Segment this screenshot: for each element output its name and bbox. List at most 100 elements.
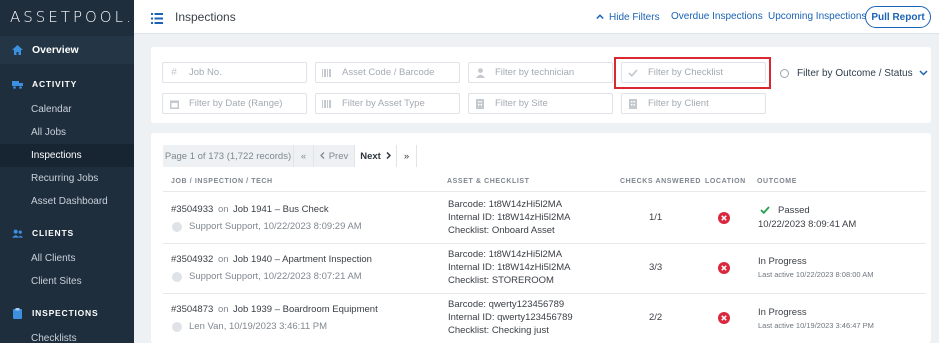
next-page-button[interactable]: Next [355,145,397,167]
next-label: Next [360,150,381,162]
hide-filters-link[interactable]: Hide Filters [596,11,660,23]
truck-icon [12,79,23,90]
tech-and-time: Support Support, 10/22/2023 8:07:21 AM [189,271,362,282]
row-divider [163,243,926,244]
pull-report-button[interactable]: Pull Report [865,6,931,28]
inspection-id[interactable]: #3504933 [171,204,213,215]
tech-and-time: Len Van, 10/19/2023 3:46:11 PM [189,321,328,332]
sidebar-item-checklists[interactable]: Checklists [0,327,134,343]
no-location-icon [718,211,730,224]
technician-placeholder: Filter by technician [495,67,575,78]
sidebar-item-asset-dashboard[interactable]: Asset Dashboard [0,190,134,213]
inspection-id[interactable]: #3504873 [171,304,213,315]
section-activity: ACTIVITY [0,70,134,98]
sidebar-item-all-clients[interactable]: All Clients [0,247,134,270]
outcome-time: 10/22/2023 8:09:41 AM [758,219,857,230]
section-title: INSPECTIONS [32,308,99,318]
no-location-icon [718,311,730,324]
avatar-icon [172,272,182,282]
date-range-filter[interactable]: Filter by Date (Range) [162,93,307,114]
avatar-icon [172,322,182,332]
outcome-status: In Progress [758,307,807,318]
asset-checklist: Checklist: Checking just [448,325,549,336]
checklist-filter-highlight [614,57,771,89]
first-page-button[interactable]: « [294,145,314,167]
app-logo: ASSETPOOL. [10,8,134,26]
job-no-input[interactable]: # Job No. [162,62,307,83]
asset-checklist: Checklist: STOREROOM [448,275,554,286]
client-placeholder: Filter by Client [648,98,709,109]
users-icon [12,228,23,239]
section-title: ACTIVITY [32,79,78,89]
technician-filter[interactable]: Filter by technician [468,62,613,83]
outcome-time: Last active 10/22/2023 8:08:00 AM [758,270,874,279]
overdue-inspections-link[interactable]: Overdue Inspections [671,11,763,22]
clipboard-icon [12,307,23,319]
job-link[interactable]: Job 1941 – Bus Check [233,204,329,215]
user-icon [475,67,485,78]
asset-barcode: Barcode: 1t8W14zHi5l2MA [448,249,563,260]
home-icon [12,45,23,56]
asset-code-input[interactable]: Asset Code / Barcode [315,62,460,83]
sidebar-item-recurring-jobs[interactable]: Recurring Jobs [0,167,134,190]
date-range-placeholder: Filter by Date (Range) [189,98,283,109]
inspection-id[interactable]: #3504932 [171,254,213,265]
asset-internal-id: Internal ID: 1t8W14zHi5l2MA [448,262,571,273]
sidebar-item-all-jobs[interactable]: All Jobs [0,121,134,144]
sidebar: ASSETPOOL. Overview ACTIVITY Calendar Al… [0,0,134,343]
sidebar-item-inspections[interactable]: Inspections [0,144,134,167]
outcome-status: Passed [778,205,810,216]
sidebar-item-overview[interactable]: Overview [0,36,134,64]
outcome-status-dropdown[interactable]: Filter by Outcome / Status [780,63,928,84]
sidebar-item-client-sites[interactable]: Client Sites [0,270,134,293]
prev-label: Prev [328,150,349,162]
passed-check-icon [760,206,770,217]
prev-page-button[interactable]: Prev [314,145,355,167]
last-page-button[interactable]: » [397,145,417,167]
on-label: on [218,204,229,215]
building-icon [475,98,485,109]
pagination: Page 1 of 173 (1,722 records) « Prev Nex… [163,145,417,167]
client-filter[interactable]: Filter by Client [621,93,766,114]
page-title: Inspections [175,10,236,24]
asset-checklist: Checklist: Onboard Asset [448,225,555,236]
avatar-icon [172,222,182,232]
job-link[interactable]: Job 1939 – Boardroom Equipment [233,304,378,315]
upcoming-inspections-link[interactable]: Upcoming Inspections [768,11,866,22]
asset-internal-id: Internal ID: qwerty123456789 [448,312,573,323]
building-icon [628,98,638,109]
asset-barcode: Barcode: qwerty123456789 [448,299,565,310]
on-label: on [218,304,229,315]
page-info: Page 1 of 173 (1,722 records) [163,145,294,167]
site-placeholder: Filter by Site [495,98,548,109]
status-circle-icon [780,69,789,78]
top-bar: Inspections Hide Filters Overdue Inspect… [134,0,939,34]
hide-filters-label: Hide Filters [609,12,660,23]
checks-answered: 3/3 [649,262,663,273]
job-link[interactable]: Job 1940 – Apartment Inspection [233,254,372,265]
row-divider [163,191,926,192]
outcome-time: Last active 10/19/2023 3:46:47 PM [758,321,874,330]
barcode-icon [322,68,332,78]
sidebar-item-calendar[interactable]: Calendar [0,98,134,121]
barcode-icon [322,99,332,109]
row-divider [163,293,926,294]
site-filter[interactable]: Filter by Site [468,93,613,114]
asset-type-filter[interactable]: Filter by Asset Type [315,93,460,114]
outcome-status-label: Filter by Outcome / Status [797,68,913,79]
no-location-icon [718,261,730,274]
asset-type-placeholder: Filter by Asset Type [342,98,425,109]
section-title: CLIENTS [32,228,74,238]
column-header-checks: CHECKS ANSWERED [620,178,702,185]
sidebar-item-label: Overview [32,44,79,56]
tech-and-time: Support Support, 10/22/2023 8:09:29 AM [189,221,362,232]
column-header-outcome: OUTCOME [757,178,797,185]
checks-answered: 1/1 [649,212,663,223]
column-header-location: LOCATION [705,178,746,185]
section-inspections: INSPECTIONS [0,299,134,327]
checks-answered: 2/2 [649,312,663,323]
chevron-right-icon [386,151,391,162]
asset-internal-id: Internal ID: 1t8W14zHi5l2MA [448,212,571,223]
list-menu-icon[interactable] [151,11,163,24]
column-header-job: JOB / INSPECTION / TECH [171,178,273,185]
